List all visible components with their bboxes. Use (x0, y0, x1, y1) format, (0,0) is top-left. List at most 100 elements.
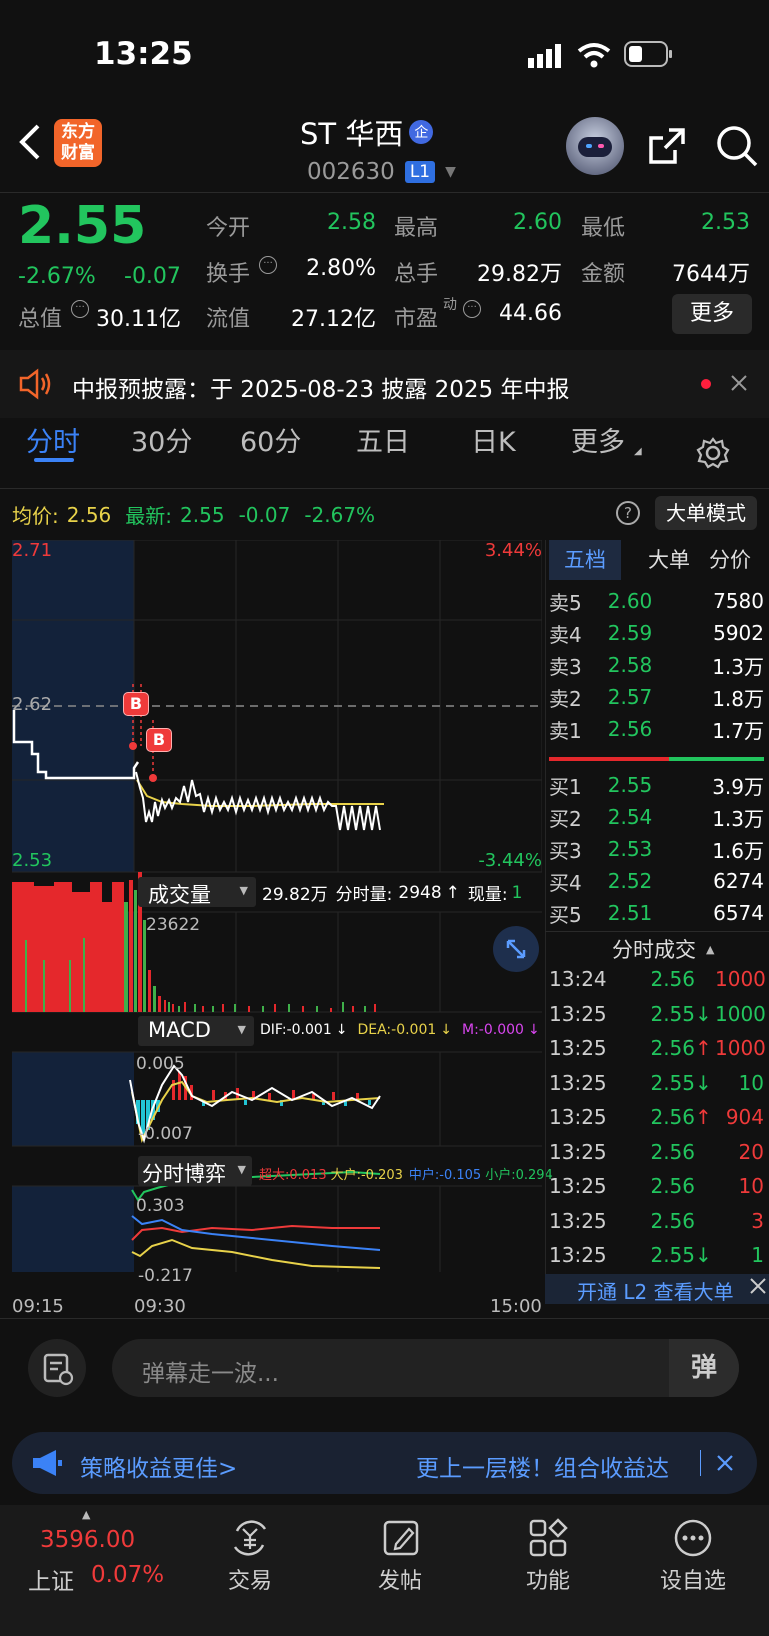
expand-icon[interactable] (493, 926, 539, 972)
game-selector-label: 分时博弈 (142, 1162, 226, 1186)
tab-daily-k[interactable]: 日K (471, 420, 516, 459)
close-icon[interactable] (748, 1276, 768, 1296)
tab-price-split[interactable]: 分价 (694, 540, 766, 580)
edit-post-icon[interactable] (380, 1517, 422, 1559)
trade-volume: 10 (738, 1070, 764, 1095)
trade-arrow: ↓ (695, 1243, 712, 1267)
danmu-placeholder: 弹幕走一波... (142, 1361, 279, 1387)
buy-marker[interactable]: B (123, 692, 149, 716)
chevron-down-icon: ▼ (237, 1023, 246, 1036)
trades-header[interactable]: 分时成交 ▲ (612, 934, 714, 964)
nav-add-watchlist[interactable]: 设自选 (633, 1563, 753, 1595)
volume-value: 29.82万 (477, 262, 562, 287)
avg-label: 均价: (12, 504, 59, 528)
trade-time: 13:25 (549, 1139, 607, 1164)
tab-more[interactable]: 更多 (571, 420, 625, 459)
trade-time: 13:25 (549, 1243, 607, 1267)
big-order-mode-button[interactable]: 大单模式 (655, 496, 757, 530)
game-selector[interactable]: 分时博弈 ▼ (138, 1156, 252, 1186)
close-icon[interactable] (730, 374, 748, 392)
latest-label: 最新: (125, 504, 173, 528)
trade-arrow: ↓ (695, 1001, 712, 1026)
tab-30min[interactable]: 30分 (131, 420, 192, 459)
ask-price: 2.60 (607, 589, 653, 613)
pe-label: 市盈 (394, 307, 439, 332)
trade-icon[interactable] (229, 1517, 271, 1559)
help-icon[interactable]: ? (616, 501, 640, 525)
nav-trade[interactable]: 交易 (190, 1563, 310, 1595)
back-button[interactable] (16, 122, 46, 162)
bid-label: 买1 (549, 774, 582, 799)
gear-icon[interactable] (696, 436, 730, 470)
min-vol-value: 2948 (398, 882, 442, 903)
pct-bottom-label: -3.44% (478, 850, 542, 871)
macd-dea: DEA:-0.001 (357, 1022, 437, 1038)
chart-area[interactable] (12, 539, 543, 1279)
close-icon[interactable] (715, 1453, 735, 1473)
buy-marker[interactable]: B (146, 728, 172, 752)
bid-volume: 1.6万 (712, 838, 764, 863)
index-name[interactable]: 上证 (28, 1562, 74, 1596)
stock-title-group[interactable]: ST 华西 企 (300, 112, 434, 152)
macd-selector[interactable]: MACD ▼ (138, 1016, 254, 1046)
stock-code: 002630 (307, 159, 395, 185)
nav-functions[interactable]: 功能 (488, 1563, 608, 1595)
danmu-input[interactable]: 弹幕走一波... 弹 (112, 1339, 739, 1397)
min-vol-label: 分时量: (335, 885, 393, 905)
pct-top-label: 3.44% (484, 540, 542, 561)
robot-assistant-icon[interactable] (566, 117, 624, 175)
brand-line2: 财富 (61, 143, 95, 163)
search-icon[interactable] (715, 124, 759, 168)
open-label: 今开 (206, 216, 251, 241)
mktcap-value: 30.11亿 (96, 307, 181, 332)
ask-volume: 1.8万 (712, 686, 764, 711)
signal-icon (528, 44, 564, 68)
chevron-up-icon: ▲ (706, 942, 715, 956)
share-icon[interactable] (647, 126, 687, 166)
y-axis-top-label: 2.71 (12, 540, 53, 561)
ask-label: 卖4 (549, 622, 582, 647)
high-label: 最高 (394, 216, 439, 241)
volume-selector[interactable]: 成交量 ▼ (138, 877, 256, 907)
danmu-toggle-button[interactable]: 弹 (669, 1339, 739, 1397)
nav-post[interactable]: 发帖 (340, 1563, 460, 1595)
more-circle-icon[interactable] (672, 1517, 714, 1559)
chevron-down-icon: ▼ (445, 164, 456, 180)
post-icon[interactable] (28, 1339, 86, 1397)
ask-price: 2.59 (607, 621, 653, 645)
ask-label: 卖1 (549, 718, 582, 743)
tab-five-levels[interactable]: 五档 (549, 540, 621, 580)
game-hi-label: 0.303 (136, 1196, 185, 1216)
down-arrow-icon: ↓ (527, 1022, 540, 1038)
bid-price: 2.52 (607, 869, 653, 893)
index-value[interactable]: 3596.00 (40, 1527, 135, 1553)
more-info-icon[interactable]: ··· (463, 300, 481, 318)
status-time: 13:25 (94, 36, 193, 72)
banner-right-text: 更上一层楼！组合收益达 (416, 1456, 669, 1482)
volume-selector-label: 成交量 (148, 883, 211, 907)
bid-label: 买3 (549, 838, 582, 863)
tab-intraday[interactable]: 分时 (26, 420, 80, 459)
bid-label: 买4 (549, 870, 582, 895)
intraday-chart (12, 539, 543, 1279)
tab-5day[interactable]: 五日 (356, 420, 410, 459)
amount-value: 7644万 (672, 262, 750, 287)
more-info-icon[interactable]: ··· (259, 256, 277, 274)
trade-time: 13:25 (549, 1070, 607, 1095)
turnover-value: 2.80% (306, 256, 376, 281)
game-info: 超大:0.013 大户:-0.203 中户:-0.105 小户:0.294 (259, 1164, 553, 1183)
bid-row: 买3 2.53 1.6万 (549, 833, 764, 865)
more-info-icon[interactable]: ··· (71, 300, 89, 318)
avg-value: 2.56 (66, 502, 112, 527)
trade-volume: 904 (725, 1105, 764, 1129)
more-button[interactable]: 更多 (672, 294, 752, 334)
stock-code-group[interactable]: 002630 L1 ▼ (307, 156, 456, 188)
trade-volume: 20 (738, 1139, 764, 1164)
apps-icon[interactable] (527, 1517, 569, 1559)
l2-link-text[interactable]: 开通 L2 查看大单 (577, 1276, 734, 1305)
tab-60min[interactable]: 60分 (240, 420, 301, 459)
trade-volume: 1000 (715, 967, 766, 991)
ask-price: 2.56 (607, 717, 653, 741)
index-pct[interactable]: 0.07% (91, 1562, 164, 1588)
trade-price: 2.56 (650, 1139, 695, 1164)
